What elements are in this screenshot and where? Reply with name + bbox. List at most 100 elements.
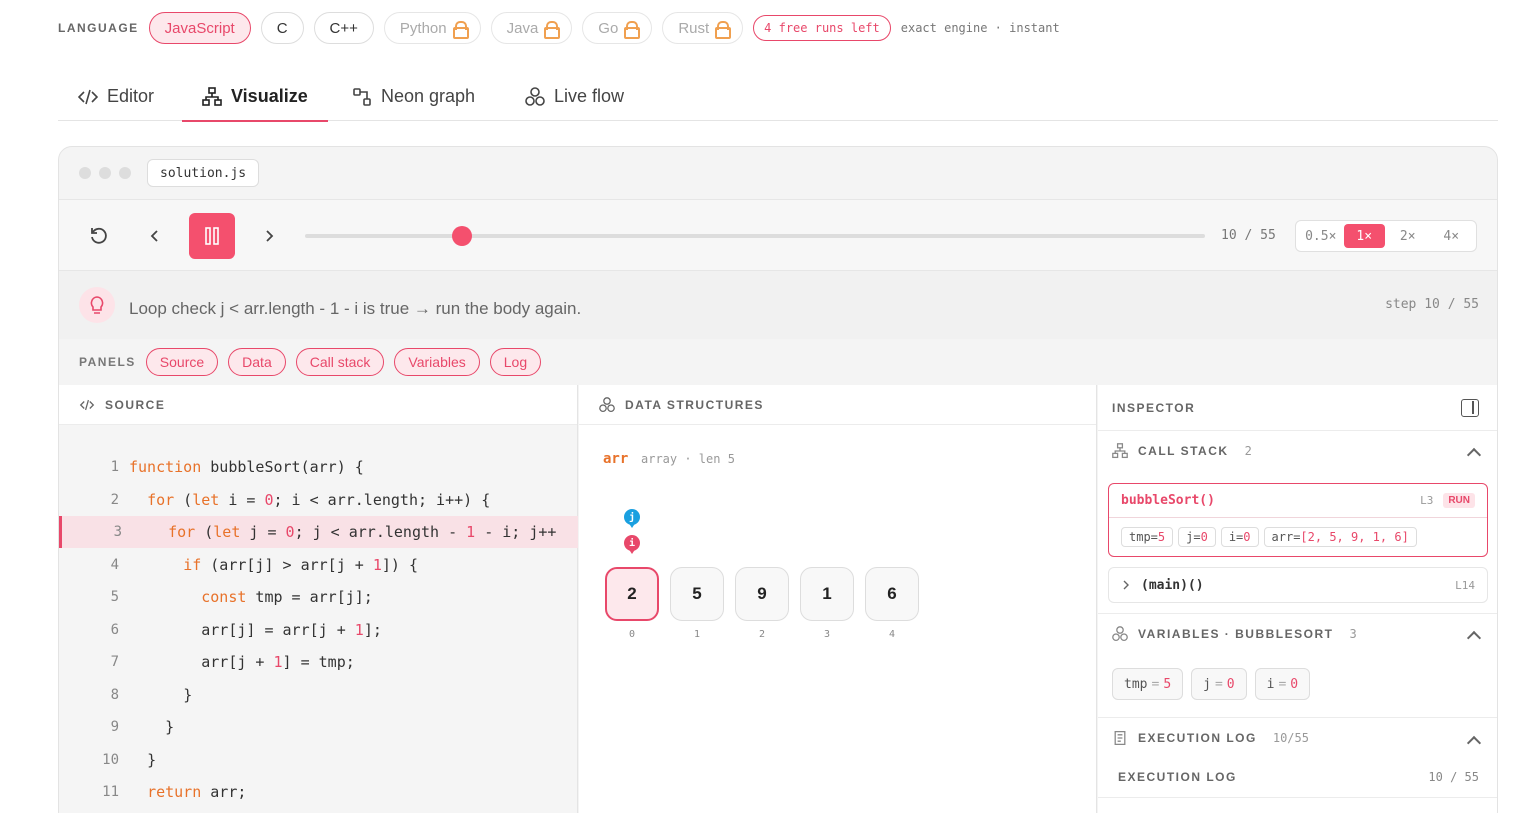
hint-bar: Loop check j < arr.length - 1 - i is tru…	[59, 271, 1497, 339]
code-token: ]) {	[381, 555, 418, 574]
hint-text: Loop check j < arr.length - 1 - i is tru…	[129, 299, 582, 318]
code-token: }	[165, 718, 175, 736]
line-number: 10	[102, 751, 119, 768]
pause-button[interactable]	[189, 213, 235, 259]
lock-icon	[715, 21, 732, 39]
speed-option[interactable]: 2×	[1387, 224, 1429, 248]
panel-toggle-variables[interactable]: Variables	[394, 348, 480, 376]
restart-button[interactable]	[77, 214, 121, 258]
execution-log-count: 10/55	[1272, 731, 1309, 745]
variable-chip[interactable]: tmp = 5	[1112, 668, 1184, 700]
speed-option[interactable]: 1×	[1343, 224, 1385, 248]
code-line: 3 for (let j = 0; j < arr.length - 1 - i…	[59, 516, 578, 548]
chip-key: j=	[1186, 530, 1201, 544]
call-stack-header[interactable]: CALL STACK 2	[1112, 443, 1252, 459]
code-token: 0	[285, 523, 295, 541]
array-cell[interactable]: 5	[670, 567, 724, 621]
progress-track[interactable]	[305, 234, 1205, 238]
source-header: SOURCE	[59, 385, 577, 425]
lock-icon	[452, 21, 469, 39]
collapse-panel-icon[interactable]	[1461, 399, 1479, 417]
language-name: Rust	[678, 19, 710, 37]
panel-toggle-log[interactable]: Log	[489, 348, 542, 376]
inspector-title: INSPECTOR	[1112, 401, 1196, 415]
step-counter: 10 / 55	[1221, 228, 1276, 243]
line-number: 1	[110, 459, 119, 475]
tab-editor[interactable]: Editor	[78, 72, 154, 121]
code-token: j =	[240, 523, 286, 541]
language-pill-javascript[interactable]: JavaScript	[148, 12, 251, 44]
call-stack-count: 2	[1244, 444, 1252, 458]
code-line: 7 arr[j + 1] = tmp;	[59, 646, 578, 678]
call-stack-section: CALL STACK 2 bubbleSort() L3 RUN tmp= 5 j=…	[1098, 431, 1497, 614]
code-token: arr;	[201, 783, 247, 801]
language-pill-cpp[interactable]: C++	[313, 12, 374, 44]
speed-option[interactable]: 4×	[1431, 224, 1473, 248]
code-token: function	[129, 458, 202, 476]
hexagons-icon	[1112, 626, 1128, 642]
code-line: 10 }	[59, 744, 578, 776]
chevron-right-icon	[1123, 580, 1129, 590]
language-pill-go[interactable]: Go	[582, 12, 653, 44]
code-line: 1 function bubbleSort(arr) {	[59, 451, 578, 483]
variables-count: 3	[1349, 627, 1357, 641]
code-token: 1	[372, 555, 382, 574]
code-icon	[78, 89, 98, 104]
execution-log-header[interactable]: EXECUTION LOG 10/55	[1112, 730, 1309, 746]
tab-live-flow[interactable]: Live flow	[525, 72, 624, 121]
execution-log-section: EXECUTION LOG 10/55 EXECUTION LOG 10 / 5…	[1098, 718, 1497, 798]
variables-header[interactable]: VARIABLES · BUBBLESORT 3	[1112, 626, 1357, 642]
speed-selector: 0.5× 1× 2× 4×	[1295, 220, 1477, 252]
tab-live-flow-label: Live flow	[554, 86, 625, 106]
language-name: Python	[399, 19, 447, 37]
step-forward-button[interactable]	[247, 214, 291, 258]
code-line: 9 }	[59, 711, 578, 743]
variable-chip[interactable]: j = 0	[1191, 668, 1247, 700]
code-token: arr[j] = arr[j +	[201, 620, 355, 639]
array-cell[interactable]: 9	[735, 567, 789, 621]
execution-log-subtitle: EXECUTION LOG	[1118, 770, 1237, 784]
source-panel: SOURCE 1 function bubbleSort(arr) {2 for …	[59, 385, 578, 813]
inspector-panel: INSPECTOR CALL STACK 2 bubbleSort() L3 R…	[1098, 385, 1497, 813]
array-cell[interactable]: 6	[865, 567, 919, 621]
panel-toggle-data[interactable]: Data	[228, 348, 286, 376]
language-pill-java[interactable]: Java	[490, 12, 573, 44]
code-token: }	[183, 685, 193, 704]
code-token: for	[168, 523, 196, 541]
language-pill-c[interactable]: C	[260, 12, 304, 44]
array-cell[interactable]: 1	[800, 567, 854, 621]
progress-thumb[interactable]	[451, 226, 472, 246]
free-runs-badge: 4 free runs left	[753, 15, 891, 41]
variables-section: VARIABLES · BUBBLESORT 3 tmp = 5 j = 0 i = 0	[1098, 614, 1497, 718]
stack-frame-main[interactable]: (main)() L14	[1108, 567, 1488, 603]
tab-visualize-label: Visualize	[231, 86, 308, 106]
language-pill-rust[interactable]: Rust	[662, 12, 744, 44]
array-cell[interactable]: 2	[605, 567, 659, 621]
lock-icon	[544, 21, 561, 39]
chevron-right-icon	[266, 230, 274, 242]
panel-toggle-source[interactable]: Source	[145, 348, 219, 376]
speed-option[interactable]: 0.5×	[1300, 224, 1342, 248]
code-token: if	[183, 555, 202, 574]
code-token: ; i < arr.length; i++) {	[273, 490, 491, 509]
line-number: 8	[110, 686, 119, 703]
tab-neon-graph[interactable]: Neon graph	[352, 72, 475, 121]
variable-chip[interactable]: i = 0	[1254, 668, 1311, 700]
tab-editor-label: Editor	[107, 86, 155, 106]
chevron-up-icon[interactable]	[1466, 735, 1482, 751]
chevron-up-icon[interactable]	[1466, 630, 1482, 646]
language-bar: LANGUAGE JavaScript C C++ Python Java Go Rust …	[58, 12, 1060, 44]
frame-variable-chip: tmp= 5	[1121, 527, 1174, 547]
lock-icon	[624, 21, 641, 39]
visualizer-panel: solution.js 10 / 55 0.5× 1× 2× 4× Loop c…	[58, 146, 1498, 813]
step-back-button[interactable]	[133, 214, 177, 258]
panel-toggle-call-stack[interactable]: Call stack	[295, 348, 385, 376]
file-tab[interactable]: solution.js	[147, 159, 260, 187]
chevron-up-icon[interactable]	[1466, 447, 1482, 463]
stack-frame-active[interactable]: bubbleSort() L3 RUN tmp= 5 j= 0 i= 0 arr= [2, 5…	[1108, 483, 1488, 557]
language-pill-python[interactable]: Python	[383, 12, 481, 44]
tab-visualize[interactable]: Visualize	[182, 72, 328, 122]
chip-value: 0	[1243, 530, 1251, 544]
